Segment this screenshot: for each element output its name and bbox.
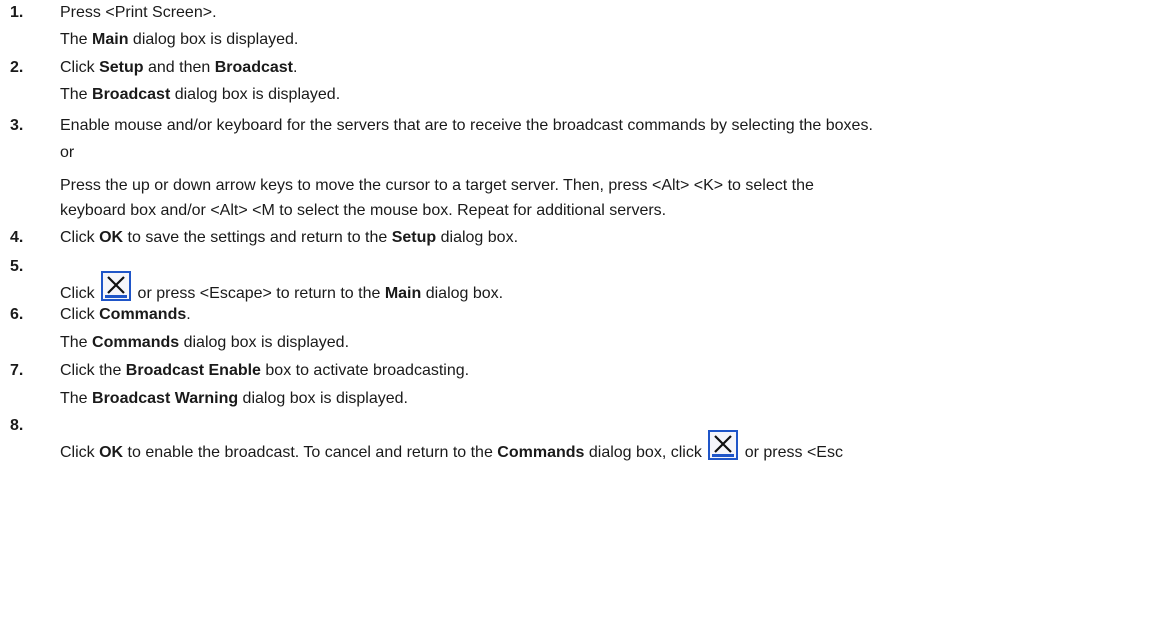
step-number: 3.: [10, 117, 24, 134]
step-text: Click: [60, 306, 100, 323]
step-line: Press <Print Screen>.: [60, 3, 217, 23]
step-text: and then: [143, 59, 215, 76]
ui-term: Commands: [92, 334, 180, 351]
ui-term: Main: [92, 31, 129, 48]
step-text: keyboard box and/or <Alt> <M to select t…: [60, 202, 667, 219]
step-text: Click: [60, 229, 100, 246]
step-number: 8.: [10, 417, 24, 434]
step-text: dialog box is displayed.: [179, 334, 350, 351]
ui-term: Broadcast Enable: [125, 362, 261, 379]
step-text: box to activate broadcasting.: [260, 362, 470, 379]
step-number: 4.: [10, 229, 24, 246]
step-text: to save the settings and return to the: [123, 229, 392, 246]
ui-term: Broadcast Warning: [92, 390, 239, 407]
ui-term: Main: [384, 285, 422, 302]
step-text: Press the up or down arrow keys to move …: [60, 177, 814, 194]
step-text: or: [60, 144, 75, 161]
step-text: Click: [60, 59, 100, 76]
step-text: dialog box.: [436, 229, 519, 246]
step-text: The: [60, 390, 93, 407]
step-text: Enable mouse and/or keyboard for the ser…: [60, 117, 873, 134]
step-text: The: [60, 334, 93, 351]
ui-term: Setup: [99, 59, 144, 76]
step-line: Click OK to enable the broadcast. To can…: [60, 430, 843, 463]
step-line: Click OK to save the settings and return…: [60, 228, 518, 248]
step-text: .: [186, 306, 191, 323]
ui-term: Setup: [391, 229, 437, 246]
step-text: or press <Escape> to return to the: [133, 285, 385, 302]
step-text: dialog box.: [421, 285, 504, 302]
step-number: 1.: [10, 4, 24, 21]
step-line: Enable mouse and/or keyboard for the ser…: [60, 116, 873, 136]
step-line: The Broadcast dialog box is displayed.: [60, 85, 340, 105]
ui-term: Commands: [497, 444, 585, 461]
step-text: to enable the broadcast. To cancel and r…: [123, 444, 498, 461]
step-number: 6.: [10, 306, 24, 323]
close-x-icon: [101, 271, 132, 301]
step-line: The Main dialog box is displayed.: [60, 30, 298, 50]
step-line: The Commands dialog box is displayed.: [60, 333, 349, 353]
step-line: Click or press <Escape> to return to the…: [60, 271, 503, 304]
step-text: dialog box is displayed.: [128, 31, 299, 48]
step-text: Click: [60, 444, 100, 461]
step-number: 2.: [10, 59, 24, 76]
close-x-icon: [708, 430, 739, 460]
step-text: or press <Esc: [740, 444, 843, 461]
step-line: Click Setup and then Broadcast.: [60, 58, 297, 78]
step-line: Press the up or down arrow keys to move …: [60, 176, 814, 196]
ui-term: OK: [99, 229, 124, 246]
step-text: Click the: [60, 362, 126, 379]
ui-term: OK: [99, 444, 124, 461]
step-text: dialog box is displayed.: [170, 86, 341, 103]
step-text: Press <Print Screen>.: [60, 4, 217, 21]
step-number: 7.: [10, 362, 24, 379]
ui-term: Commands: [99, 306, 187, 323]
step-text: dialog box is displayed.: [238, 390, 408, 407]
step-text: .: [292, 59, 298, 76]
step-line: keyboard box and/or <Alt> <M to select t…: [60, 201, 666, 221]
step-line: Click the Broadcast Enable box to activa…: [60, 361, 469, 381]
step-line: or: [60, 143, 74, 163]
ui-term: Broadcast: [214, 59, 293, 76]
step-text: Click: [60, 285, 100, 302]
step-line: The Broadcast Warning dialog box is disp…: [60, 389, 408, 409]
step-line: Click Commands.: [60, 305, 191, 325]
step-text: The: [60, 31, 93, 48]
ui-term: Broadcast: [92, 86, 171, 103]
step-text: dialog box, click: [584, 444, 707, 461]
step-text: The: [60, 86, 93, 103]
step-number: 5.: [10, 258, 24, 275]
